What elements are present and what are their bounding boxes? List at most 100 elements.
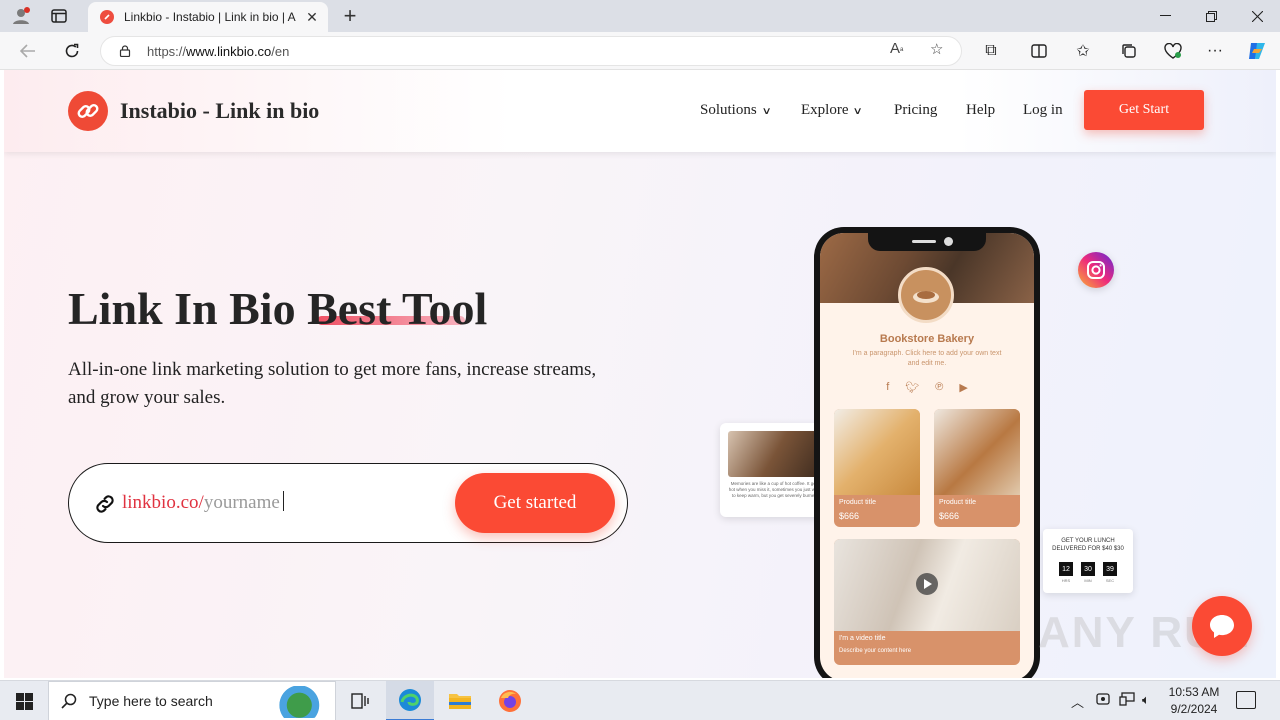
extensions-icon[interactable]: ⧉ [976, 38, 1006, 64]
collections-icon[interactable] [1114, 38, 1144, 64]
tab-favicon-icon [100, 10, 114, 24]
windows-start-icon[interactable] [0, 681, 48, 720]
meet-now-icon[interactable] [1096, 692, 1110, 709]
countdown-unit: SEC [1105, 578, 1115, 583]
clock-time: 10:53 AM [1168, 685, 1220, 699]
product-price: $666 [939, 511, 960, 521]
video-card[interactable]: I'm a video title Describe your content … [834, 539, 1020, 665]
chevron-down-icon: ∨ [761, 106, 772, 117]
task-view-icon[interactable] [336, 681, 384, 720]
search-placeholder: Type here to search [89, 693, 213, 709]
firefox-icon[interactable] [486, 681, 534, 720]
quote-text: Memories are like a cup of hot coffee. I… [728, 481, 822, 498]
copilot-icon[interactable] [1242, 38, 1272, 64]
countdown-hours: 12 [1059, 562, 1073, 576]
read-aloud-icon[interactable]: Aᵃ [890, 40, 903, 57]
favorite-star-icon[interactable]: ☆ [930, 40, 943, 58]
search-icon [61, 693, 77, 709]
facebook-icon[interactable]: f [886, 381, 889, 394]
refresh-icon[interactable] [58, 38, 86, 64]
site-header: Instabio - Link in bio Solutions ∨ Explor… [4, 70, 1276, 152]
pinterest-icon[interactable]: ℗ [935, 381, 943, 394]
split-screen-icon[interactable] [1024, 38, 1054, 64]
taskbar: Type here to search ︿ 🔈︎ 10:53 AM 9/2/20… [0, 680, 1280, 720]
restore-button[interactable] [1188, 0, 1234, 32]
profile-name: Bookstore Bakery [879, 333, 975, 345]
countdown-unit: HRS [1061, 578, 1071, 583]
cake-image [934, 409, 1020, 495]
username-input[interactable]: linkbio.co/yourname [122, 491, 284, 514]
lock-icon[interactable] [119, 45, 131, 57]
get-started-button[interactable]: Get started [455, 473, 615, 533]
product-title: Product title [839, 499, 876, 506]
countdown-title: GET YOUR LUNCH DELIVERED FOR $40 $30 [1052, 538, 1124, 552]
twitter-icon[interactable]: 🐦︎ [905, 381, 919, 394]
taskbar-search-input[interactable]: Type here to search [48, 681, 336, 720]
notification-icon[interactable] [1236, 691, 1256, 709]
nav-solutions[interactable]: Solutions ∨ [700, 102, 772, 119]
more-icon[interactable]: ··· [1200, 38, 1230, 64]
nav-explore[interactable]: Explore ∨ [801, 102, 864, 119]
chat-icon[interactable] [1192, 596, 1252, 656]
video-title: I'm a video title [839, 635, 886, 642]
product-card[interactable]: Product title $666 [834, 409, 920, 527]
tab-actions-icon[interactable] [44, 3, 74, 29]
favorites-icon[interactable]: ✩ [1068, 38, 1098, 64]
url-text: https://www.linkbio.co/en [147, 43, 290, 59]
product-card[interactable]: Product title $666 [934, 409, 1020, 527]
volume-icon[interactable]: 🔈︎ [1142, 692, 1150, 708]
close-window-button[interactable] [1234, 0, 1280, 32]
hero-title: Link In Bio Best Tool [68, 283, 488, 334]
minimize-button[interactable] [1142, 0, 1188, 32]
claim-link-form: linkbio.co/yourname Get started [68, 463, 628, 543]
url-field[interactable]: https://www.linkbio.co/en [100, 36, 962, 66]
network-icon[interactable] [1119, 692, 1135, 709]
nav-help[interactable]: Help [966, 102, 995, 119]
address-bar-row: https://www.linkbio.co/en Aᵃ ☆ ⧉ ✩ ··· [0, 32, 1280, 70]
get-start-button[interactable]: Get Start [1084, 90, 1204, 130]
file-explorer-icon[interactable] [436, 681, 484, 720]
instabio-logo-icon[interactable] [68, 91, 108, 131]
coffee-image [728, 431, 822, 477]
instagram-icon [1078, 252, 1114, 288]
logo-text[interactable]: Instabio - Link in bio [120, 98, 319, 124]
hero-subtitle: All-in-one link marketing solution to ge… [68, 359, 597, 408]
phone-notch [868, 233, 986, 251]
phone-screen: Bookstore Bakery I'm a paragraph. Click … [820, 233, 1034, 678]
search-highlight-icon [263, 686, 329, 718]
bakery-avatar [898, 267, 954, 323]
show-hidden-icons[interactable]: ︿ [1071, 692, 1084, 711]
new-tab-button[interactable]: + [338, 2, 362, 30]
phone-mockup: Bookstore Bakery I'm a paragraph. Click … [814, 227, 1040, 678]
countdown-seconds: 39 [1103, 562, 1117, 576]
croissant-image [834, 409, 920, 495]
chevron-down-icon: ∨ [853, 106, 864, 117]
profile-icon[interactable] [6, 3, 36, 29]
web-page: Instabio - Link in bio Solutions ∨ Explor… [4, 70, 1276, 678]
link-icon [96, 495, 114, 513]
nav-pricing[interactable]: Pricing [894, 102, 937, 119]
nav-login[interactable]: Log in [1023, 102, 1063, 119]
tab-title: Linkbio - Instabio | Link in bio | A [124, 10, 296, 24]
product-title: Product title [939, 499, 976, 506]
back-icon[interactable] [14, 38, 42, 64]
countdown-unit: MIN [1084, 578, 1092, 583]
browser-essentials-icon[interactable] [1158, 38, 1188, 64]
taskbar-clock[interactable]: 10:53 AM 9/2/2024 [1162, 684, 1226, 718]
video-thumbnail [834, 539, 1020, 631]
clock-date: 9/2/2024 [1170, 702, 1218, 716]
video-description: Describe your content here [839, 648, 912, 654]
countdown-card: GET YOUR LUNCH DELIVERED FOR $40 $30 12 … [1043, 529, 1133, 593]
text-caret [282, 491, 284, 511]
tab-close-icon[interactable]: ✕ [304, 9, 320, 26]
product-price: $666 [839, 511, 860, 521]
countdown-minutes: 30 [1081, 562, 1095, 576]
profile-description: I'm a paragraph. Click here to add your … [852, 350, 1002, 367]
social-links: f 🐦︎ ℗ ▶ [820, 381, 1034, 394]
play-icon[interactable] [916, 573, 938, 595]
active-tab[interactable]: Linkbio - Instabio | Link in bio | A ✕ [88, 2, 328, 32]
edge-taskbar-icon[interactable] [386, 681, 434, 720]
claim-placeholder: yourname [203, 492, 280, 513]
claim-domain: linkbio.co/ [122, 492, 204, 513]
youtube-icon[interactable]: ▶ [959, 381, 967, 394]
